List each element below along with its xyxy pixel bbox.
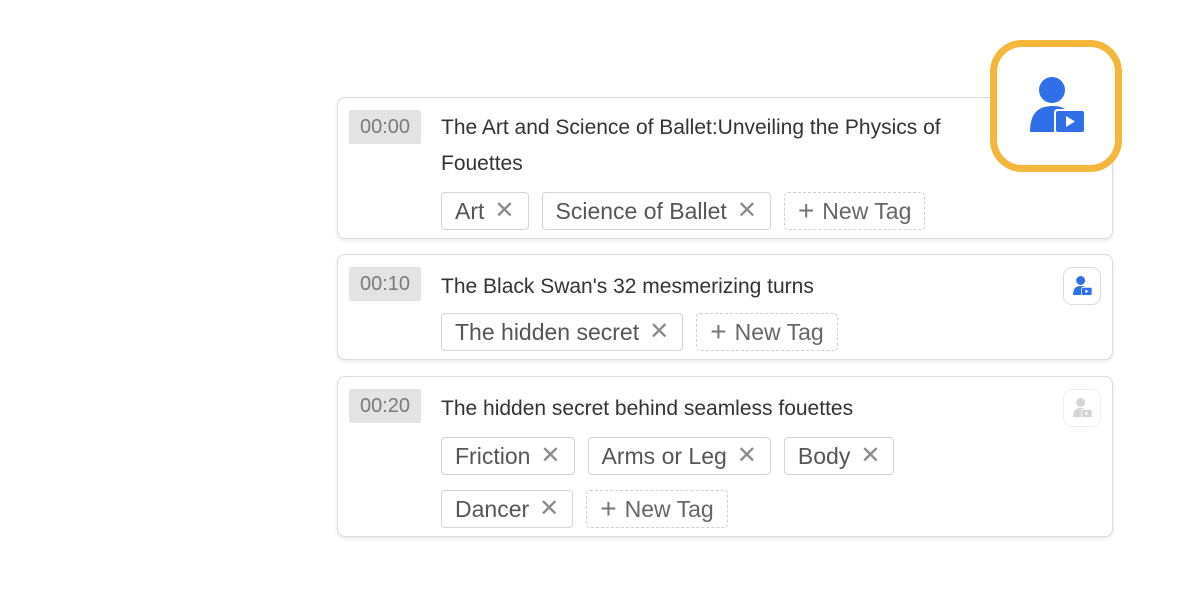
segment-title: The hidden secret behind seamless fouett… [441,397,854,420]
segment-card: 00:10 The Black Swan's 32 mesmerizing tu… [337,254,1113,360]
tag: Science of Ballet ✕ [541,192,771,230]
tag: Arms or Leg ✕ [587,437,771,475]
tag: Art ✕ [441,192,529,230]
timestamp[interactable]: 00:00 [349,110,421,144]
new-tag-label: New Tag [624,495,714,522]
plus-icon: + [797,195,815,226]
segment-title: The Black Swan's 32 mesmerizing turns [441,275,814,298]
tag-label: Dancer [455,495,530,522]
new-tag-button[interactable]: + New Tag [586,490,728,528]
person-video-icon [1073,276,1092,295]
new-tag-label: New Tag [822,197,912,224]
remove-tag-icon[interactable]: ✕ [737,199,757,223]
tag-label: Friction [455,442,531,469]
tag: Friction ✕ [441,437,575,475]
remove-tag-icon[interactable]: ✕ [860,444,880,468]
remove-tag-icon[interactable]: ✕ [540,444,560,468]
tag-label: Art [455,197,485,224]
new-tag-button[interactable]: + New Tag [696,313,838,351]
segment-card: 00:20 The hidden secret behind seamless … [337,376,1113,537]
tag: The hidden secret ✕ [441,313,684,351]
tag-label: The hidden secret [455,318,640,345]
tag-list: The hidden secret ✕ + New Tag [441,313,961,351]
tag-label: Arms or Leg [601,442,727,469]
plus-icon: + [600,493,617,524]
remove-tag-icon[interactable]: ✕ [649,320,669,344]
tag: Dancer ✕ [441,490,574,528]
remove-tag-icon[interactable]: ✕ [737,444,757,468]
tag-list: Friction ✕ Arms or Leg ✕ Body ✕ Dancer ✕… [441,437,961,528]
tag-list: Art ✕ Science of Ballet ✕ + New Tag [441,192,961,230]
timestamp[interactable]: 00:20 [349,389,421,423]
timestamp[interactable]: 00:10 [349,267,421,301]
tag-label: Body [797,442,851,469]
tag-label: Science of Ballet [555,197,727,224]
segment-title: The Art and Science of Ballet:Unveiling … [441,116,941,175]
plus-icon: + [710,316,727,347]
remove-tag-icon[interactable]: ✕ [494,199,514,223]
remove-tag-icon[interactable]: ✕ [539,497,559,521]
person-video-icon [1030,77,1084,132]
speaker-video-button-disabled[interactable] [1063,389,1101,427]
new-tag-label: New Tag [734,318,824,345]
person-video-icon [1073,398,1092,417]
new-tag-button[interactable]: + New Tag [783,192,926,230]
speaker-video-button-highlighted[interactable] [990,40,1122,172]
speaker-video-button[interactable] [1063,267,1101,305]
tag: Body ✕ [783,437,895,475]
